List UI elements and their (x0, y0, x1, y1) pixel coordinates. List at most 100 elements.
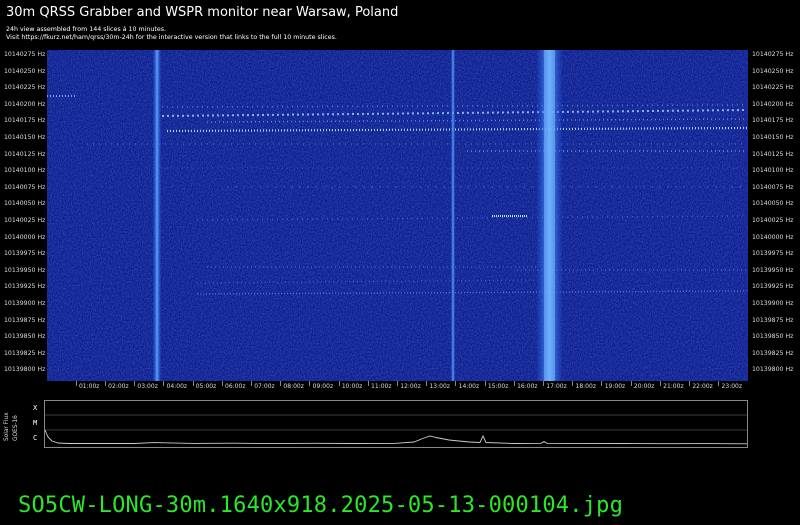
solar-flux-class-x: X (33, 404, 38, 412)
x-tick-mark (572, 381, 574, 386)
y-tick-label: 10139950 Hz (752, 266, 794, 274)
y-tick-label: 10139975 Hz (4, 250, 46, 258)
y-tick-label: 10140075 Hz (752, 183, 794, 191)
x-tick-mark (75, 381, 77, 386)
x-tick-mark (338, 381, 340, 386)
x-tick-mark (367, 381, 369, 386)
y-tick-label: 10140025 Hz (4, 217, 46, 224)
y-tick-label: 10140000 Hz (4, 233, 46, 241)
y-tick-label: 10139875 Hz (752, 316, 794, 324)
x-tick-label: 16:00z (517, 383, 538, 390)
x-tick-mark (397, 381, 398, 386)
solar-flux-side-label: Solar Flux GOES-16 (4, 412, 19, 441)
solar-flux-frame (44, 400, 748, 448)
y-tick-label: 10139900 Hz (752, 300, 794, 307)
x-tick-mark (280, 381, 282, 386)
y-tick-label: 10139900 Hz (4, 300, 46, 307)
y-tick-label: 10139975 Hz (752, 250, 794, 258)
y-tick-label: 10140100 Hz (4, 167, 46, 175)
x-tick-label: 05:00z (195, 383, 217, 390)
y-tick-label: 10140100 Hz (752, 167, 794, 175)
y-tick-label: 10140000 Hz (752, 233, 794, 241)
y-tick-label: 10139825 Hz (4, 349, 46, 357)
x-tick-label: 18:00z (575, 383, 596, 390)
y-tick-label: 10140250 Hz (4, 67, 46, 75)
x-tick-label: 15:00z (487, 383, 509, 390)
y-tick-label: 10139850 Hz (4, 333, 46, 341)
waterfall-spectrogram[interactable] (47, 50, 748, 381)
y-tick-label: 10139825 Hz (752, 349, 794, 357)
interference-band-1340z (451, 50, 455, 381)
y-tick-label: 10140125 Hz (4, 150, 46, 158)
y-tick-label: 10140225 Hz (4, 84, 46, 92)
x-tick-label: 03:00z (137, 383, 158, 390)
x-tick-label: 22:00z (692, 383, 713, 390)
x-tick-mark (426, 381, 428, 386)
y-tick-label: 10140050 Hz (752, 200, 794, 208)
x-tick-mark (484, 381, 486, 386)
y-tick-label: 10140075 Hz (4, 183, 46, 191)
y-tick-label: 10139950 Hz (4, 266, 46, 274)
x-tick-label: 10:00z (341, 383, 363, 390)
page-title: 30m QRSS Grabber and WSPR monitor near W… (6, 5, 399, 20)
description-line-1: 24h view assembled from 144 slices á 10 … (6, 26, 166, 33)
y-tick-label: 10139925 Hz (4, 283, 46, 291)
x-tick-label: 21:00z (663, 383, 684, 390)
y-tick-label: 10139850 Hz (752, 333, 794, 341)
x-tick-mark (601, 381, 603, 386)
description-line-2[interactable]: Visit https://fkurz.net/ham/qrss/30m-24h… (6, 34, 337, 41)
x-tick-mark (221, 381, 223, 386)
x-tick-mark (192, 381, 194, 386)
solar-flux-class-m: M (33, 419, 38, 427)
x-tick-mark (134, 381, 136, 386)
y-tick-label: 10140175 Hz (4, 117, 46, 125)
x-tick-label: 09:00z (312, 383, 334, 390)
x-tick-mark (513, 381, 515, 386)
y-tick-label: 10139925 Hz (752, 283, 794, 291)
interference-band-0330z (153, 50, 161, 381)
y-tick-label: 10140200 Hz (752, 100, 794, 108)
x-tick-label: 14:00z (458, 383, 480, 390)
y-tick-label: 10140200 Hz (4, 100, 46, 108)
x-tick-mark (455, 381, 457, 386)
x-tick-label: 08:00z (283, 383, 304, 390)
y-tick-label: 10140150 Hz (752, 134, 794, 141)
y-tick-label: 10139800 Hz (752, 366, 794, 374)
x-tick-mark (163, 381, 165, 386)
solar-flux-class-c: C (33, 434, 38, 442)
x-tick-mark (689, 381, 691, 386)
x-tick-label: 17:00z (546, 383, 567, 390)
x-tick-label: 04:00z (166, 383, 188, 390)
x-tick-label: 19:00z (604, 383, 626, 390)
y-tick-label: 10139875 Hz (4, 316, 46, 324)
y-tick-label: 10140050 Hz (4, 200, 46, 208)
waterfall-noise (47, 50, 748, 381)
x-tick-label: 23:00z (721, 383, 743, 390)
x-tick-mark (250, 381, 252, 386)
x-tick-label: 13:00z (429, 383, 450, 390)
y-tick-label: 10140025 Hz (752, 217, 794, 224)
y-tick-label: 10140150 Hz (4, 134, 46, 141)
y-tick-label: 10140275 Hz (4, 51, 46, 58)
solar-flux-plot (44, 400, 748, 448)
x-tick-label: 20:00z (633, 383, 655, 390)
x-tick-label: 06:00z (225, 383, 246, 390)
y-tick-label: 10140175 Hz (752, 117, 794, 125)
x-tick-label: 07:00z (254, 383, 275, 390)
x-tick-mark (543, 381, 545, 386)
x-tick-label: 12:00z (400, 383, 421, 390)
y-tick-label: 10139800 Hz (4, 366, 46, 374)
y-tick-label: 10140250 Hz (752, 67, 794, 75)
y-tick-label: 10140275 Hz (752, 51, 794, 58)
x-tick-label: 02:00z (108, 383, 129, 390)
interference-band-1650z-core (544, 50, 555, 381)
x-tick-mark (104, 381, 106, 386)
x-tick-label: 11:00z (371, 383, 392, 390)
y-tick-label: 10140125 Hz (752, 150, 794, 158)
y-tick-label: 10140225 Hz (752, 84, 794, 92)
x-tick-mark (718, 381, 720, 386)
x-tick-mark (659, 381, 661, 386)
footer-filename: SO5CW-LONG-30m.1640x918.2025-05-13-00010… (18, 493, 624, 518)
x-tick-mark (309, 381, 311, 386)
x-tick-label: 01:00z (78, 383, 100, 390)
